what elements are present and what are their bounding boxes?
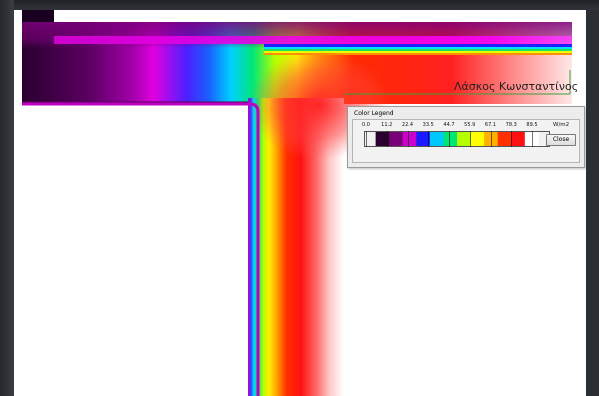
colorbar-tick [428, 131, 430, 147]
legend-tick-label: 78.3 [505, 122, 517, 128]
window-frame-left [0, 0, 14, 396]
color-legend-window[interactable]: Color Legend 0.0 11.2 22.4 33.5 44.7 55.9 67.1… [347, 106, 585, 168]
colorbar-tick [511, 131, 513, 147]
heat-flux-plot [22, 10, 572, 396]
colorbar-tick [366, 131, 367, 147]
colorbar-tick [386, 131, 388, 147]
colorbar-tick [490, 131, 492, 147]
color-legend-title: Color Legend [354, 110, 394, 117]
legend-tick-label: 89.5 [526, 122, 538, 128]
legend-tick-label: 0.0 [362, 122, 370, 128]
colorbar-tick [407, 131, 409, 147]
legend-tick-label: 67.1 [484, 122, 497, 128]
author-label: Λάσκος Κωνσταντίνος [454, 80, 579, 93]
colorbar-tick [449, 131, 450, 147]
legend-tick-label: 33.5 [422, 122, 434, 128]
window-frame-top [0, 0, 599, 10]
colorbar-tick [532, 131, 533, 147]
legend-tick-labels: 0.0 11.2 22.4 33.5 44.7 55.9 67.1 78.3 89.5 [353, 122, 581, 130]
legend-tick-label: 22.4 [401, 122, 414, 128]
legend-tick-label: 55.9 [464, 122, 476, 128]
legend-tick-label: 44.7 [443, 122, 455, 128]
legend-colorbar-ticks [364, 131, 550, 147]
simulation-viewport: Λάσκος Κωνσταντίνος Color Legend 0.0 11.2… [14, 10, 586, 396]
close-button[interactable]: Close [546, 134, 576, 146]
legend-unit-label: W/m2 [553, 122, 570, 128]
color-legend-panel: 0.0 11.2 22.4 33.5 44.7 55.9 67.1 78.3 89.5 W/m2… [352, 119, 580, 163]
colorbar-tick [469, 131, 471, 147]
legend-tick-label: 11.2 [381, 122, 393, 128]
